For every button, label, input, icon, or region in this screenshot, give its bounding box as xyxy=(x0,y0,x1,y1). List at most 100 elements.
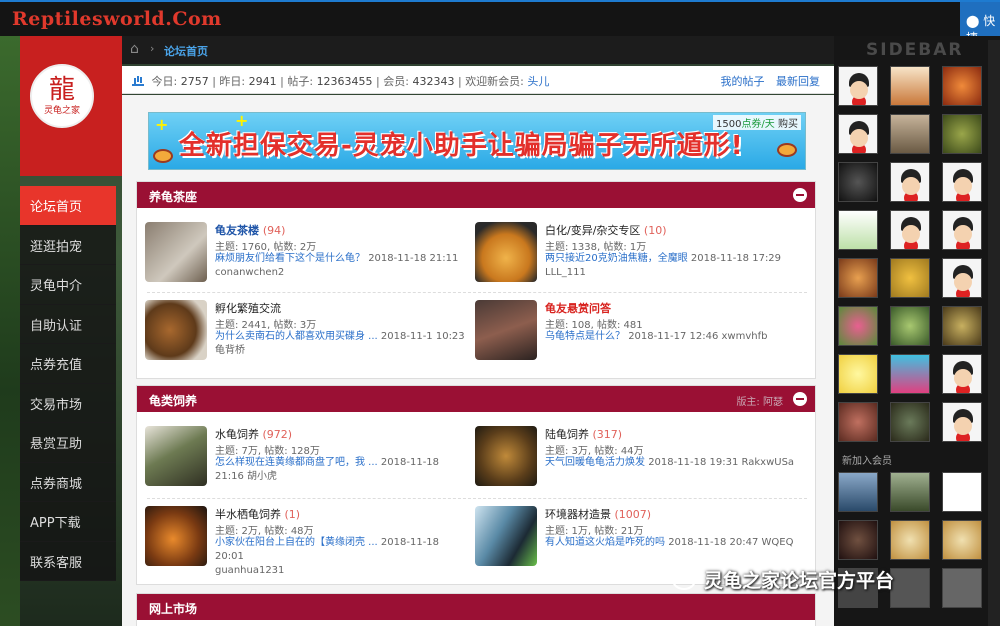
logo-caption: 灵龟之家 xyxy=(43,105,80,116)
nav-item-recharge[interactable]: 点券充值 xyxy=(20,344,116,384)
avatar[interactable] xyxy=(890,354,930,394)
forum-meta: 主题: 2万, 帖数: 48万 xyxy=(215,526,314,537)
avatar[interactable] xyxy=(942,402,982,442)
forum-item[interactable]: 陆龟饲养 (317) 主题: 3万, 帖数: 44万 天气回暖龟龟活力焕发 20… xyxy=(475,426,801,498)
avatar[interactable] xyxy=(942,162,982,202)
forum-meta: 主题: 1万, 帖数: 21万 xyxy=(545,526,644,537)
moderator-label[interactable]: 版主: 阿瑟 xyxy=(736,393,783,408)
forum-last-post: 怎么样现在连黄缘都商盘了吧，我 ... 2018-11-18 21:16 胡小虎 xyxy=(215,457,440,482)
avatar[interactable] xyxy=(838,520,878,560)
latest-replies-link[interactable]: 最新回复 xyxy=(776,75,820,88)
avatar[interactable] xyxy=(838,402,878,442)
forum-name[interactable]: 孵化繁殖交流 xyxy=(215,300,281,316)
price-unit: 点券/天 xyxy=(741,119,775,130)
avatar[interactable] xyxy=(890,568,930,608)
avatar[interactable] xyxy=(838,354,878,394)
nav-item-agency[interactable]: 灵龟中介 xyxy=(20,265,116,305)
forum-thumbnail xyxy=(475,300,537,360)
members-label: 会员: xyxy=(383,75,409,88)
avatar[interactable] xyxy=(890,114,930,154)
avatar[interactable] xyxy=(942,114,982,154)
avatar[interactable] xyxy=(890,306,930,346)
my-posts-link[interactable]: 我的帖子 xyxy=(721,75,765,88)
avatar[interactable] xyxy=(942,354,982,394)
nav-item-browse[interactable]: 逛逛拍宠 xyxy=(20,225,116,265)
forum-name[interactable]: 水龟饲养 (972) xyxy=(215,426,292,442)
avatar[interactable] xyxy=(942,472,982,512)
forum-last-post: 天气回暖龟龟活力焕发 2018-11-18 19:31 RakxwUSa xyxy=(545,457,795,468)
new-members-label: 新加入会员 xyxy=(842,456,892,467)
section-title[interactable]: 龟类饲养 xyxy=(149,394,197,408)
forum-last-post: 有人知道这火焰是咋死的吗 2018-11-18 20:47 WQEQ xyxy=(545,537,794,548)
avatar[interactable] xyxy=(838,258,878,298)
quick-button[interactable]: ⬤ 快捷 xyxy=(960,2,1000,45)
chevron-right-icon: › xyxy=(150,42,155,55)
avatar[interactable] xyxy=(890,66,930,106)
avatar[interactable] xyxy=(890,162,930,202)
nav-item-bounty[interactable]: 悬赏互助 xyxy=(20,423,116,463)
watermark: 灵龟之家论坛官方平台 xyxy=(672,566,894,593)
avatar[interactable] xyxy=(942,210,982,250)
section-title[interactable]: 养龟茶座 xyxy=(149,190,197,204)
nav-item-market[interactable]: 交易市场 xyxy=(20,383,116,423)
forum-name[interactable]: 白化/变异/杂交专区 (10) xyxy=(545,222,667,238)
nav-item-app[interactable]: APP下载 xyxy=(20,502,116,542)
avatar[interactable] xyxy=(838,306,878,346)
avatar[interactable] xyxy=(838,210,878,250)
dragon-logo-icon: 龍 灵龟之家 xyxy=(30,64,94,128)
avatar[interactable] xyxy=(942,568,982,608)
avatar[interactable] xyxy=(838,472,878,512)
forum-name[interactable]: 龟友悬赏问答 xyxy=(545,300,611,316)
avatar[interactable] xyxy=(838,114,878,154)
forum-last-post: 小家伙在阳台上自在的【黄缘闭壳 ... 2018-11-18 20:01 guan… xyxy=(215,537,440,576)
welcome-label: 欢迎新会员: xyxy=(465,75,524,88)
forum-thumbnail xyxy=(475,506,537,566)
sparkle-icon: + xyxy=(155,115,169,134)
nav-item-shop[interactable]: 点券商城 xyxy=(20,462,116,502)
avatar[interactable] xyxy=(942,520,982,560)
forum-logo[interactable]: 龍 灵龟之家 xyxy=(20,36,122,176)
site-logo-text[interactable]: Reptilesworld.Com xyxy=(12,8,222,30)
avatar[interactable] xyxy=(838,66,878,106)
nav-item-home[interactable]: 论坛首页 xyxy=(20,186,116,226)
forum-item[interactable]: 龟友茶楼 (94) 主题: 1760, 帖数: 2万 麻烦朋友们给看下这个是什么… xyxy=(145,222,471,294)
collapse-icon[interactable] xyxy=(793,188,807,202)
home-icon[interactable]: ⌂ xyxy=(130,41,139,57)
forum-name[interactable]: 陆龟饲养 (317) xyxy=(545,426,622,442)
avatar[interactable] xyxy=(890,472,930,512)
buy-link[interactable]: 购买 xyxy=(778,119,798,130)
nav-item-contact[interactable]: 联系客服 xyxy=(20,541,116,581)
breadcrumb-current[interactable]: 论坛首页 xyxy=(164,43,208,59)
forum-item[interactable]: 孵化繁殖交流 主题: 2441, 帖数: 3万 为什么卖南石的人都喜欢用买碟身 … xyxy=(145,300,471,372)
forum-last-post: 麻烦朋友们给看下这个是什么龟？ 2018-11-18 21:11 conanwch… xyxy=(215,253,459,278)
forum-name[interactable]: 龟友茶楼 (94) xyxy=(215,222,285,238)
forum-name[interactable]: 环境器材造景 (1007) xyxy=(545,506,651,522)
collapse-icon[interactable] xyxy=(793,392,807,406)
avatar[interactable] xyxy=(942,66,982,106)
forum-item[interactable]: 半水栖龟饲养 (1) 主题: 2万, 帖数: 48万 小家伙在阳台上自在的【黄缘… xyxy=(145,506,471,578)
forum-thumbnail xyxy=(475,222,537,282)
forum-last-post: 为什么卖南石的人都喜欢用买碟身 ... 2018-11-1 10:23 龟背桥 xyxy=(215,331,465,356)
forum-name[interactable]: 半水栖龟饲养 (1) xyxy=(215,506,300,522)
section-title[interactable]: 网上市场 xyxy=(149,602,197,616)
avatar[interactable] xyxy=(838,162,878,202)
avatar[interactable] xyxy=(942,258,982,298)
banner-price: 1500点券/天 购买 xyxy=(712,115,801,130)
avatar[interactable] xyxy=(890,210,930,250)
location-icon: ⬤ xyxy=(966,14,980,28)
forum-item[interactable]: 白化/变异/杂交专区 (10) 主题: 1338, 帖数: 1万 两只接近20克… xyxy=(475,222,801,294)
forum-thumbnail xyxy=(145,506,207,566)
section-header: 网上市场 xyxy=(137,594,815,620)
section-header: 养龟茶座 xyxy=(137,182,815,208)
avatar[interactable] xyxy=(890,258,930,298)
ad-banner[interactable]: + + 全新担保交易-灵宠小助手让骗局骗子无所遁形! 1500点券/天 购买 xyxy=(148,111,806,170)
members-count: 432343 xyxy=(412,75,455,88)
avatar[interactable] xyxy=(942,306,982,346)
nav-item-verify[interactable]: 自助认证 xyxy=(20,304,116,344)
new-member-link[interactable]: 头儿 xyxy=(527,75,549,88)
avatar[interactable] xyxy=(890,520,930,560)
forum-item[interactable]: 龟友悬赏问答 主题: 108, 帖数: 481 乌龟特点是什么？ 2018-11… xyxy=(475,300,801,372)
avatar[interactable] xyxy=(890,402,930,442)
forum-item[interactable]: 水龟饲养 (972) 主题: 7万, 帖数: 128万 怎么样现在连黄缘都商盘了… xyxy=(145,426,471,498)
top-bar: Reptilesworld.Com ⬤ 快捷 xyxy=(0,0,1000,45)
